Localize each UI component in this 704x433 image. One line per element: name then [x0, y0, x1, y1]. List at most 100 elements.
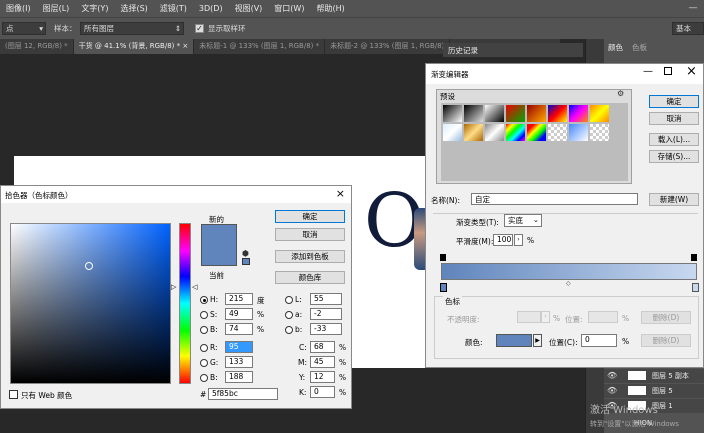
- hue-slider-left-arrow[interactable]: ▷: [171, 283, 176, 291]
- preset-swatch[interactable]: [548, 124, 567, 141]
- radio-r[interactable]: [200, 344, 208, 352]
- menu-item[interactable]: 文字(Y): [75, 3, 114, 14]
- close-icon[interactable]: ×: [336, 187, 345, 200]
- opacity-stop-left[interactable]: [440, 254, 446, 261]
- add-to-swatches-button[interactable]: 添加到色板: [275, 250, 345, 263]
- menu-item[interactable]: 图像(I): [0, 3, 37, 14]
- menu-item[interactable]: 滤镜(T): [154, 3, 193, 14]
- preset-swatch[interactable]: [527, 105, 546, 122]
- close-icon[interactable]: ×: [182, 42, 188, 50]
- triangle-right-icon[interactable]: ▶: [533, 334, 542, 347]
- layer-row[interactable]: 👁 图层 5: [604, 384, 704, 398]
- preset-swatch[interactable]: [506, 124, 525, 141]
- preset-swatch[interactable]: [464, 105, 483, 122]
- radio-l[interactable]: [285, 296, 293, 304]
- preset-swatch[interactable]: [590, 105, 609, 122]
- tab-swatches[interactable]: 色板: [632, 42, 647, 53]
- preset-swatch[interactable]: [485, 124, 504, 141]
- a-input[interactable]: -2: [310, 308, 342, 320]
- color-field[interactable]: [10, 223, 171, 384]
- tab-doc-1[interactable]: (图层 12, RGB/8) *: [0, 39, 74, 54]
- g-input[interactable]: 133: [225, 356, 253, 368]
- midpoint-diamond-icon[interactable]: ◇: [566, 280, 571, 287]
- menu-item[interactable]: 3D(D): [193, 4, 229, 13]
- menu-item[interactable]: 视图(V): [229, 3, 269, 14]
- preset-swatch[interactable]: [569, 105, 588, 122]
- chevron-right-icon[interactable]: ›: [514, 234, 523, 246]
- preset-swatch[interactable]: [464, 124, 483, 141]
- menu-item[interactable]: 图层(L): [37, 3, 76, 14]
- menu-item[interactable]: 选择(S): [114, 3, 153, 14]
- cancel-button[interactable]: 取消: [275, 228, 345, 241]
- radio-h[interactable]: [200, 296, 208, 304]
- k-input[interactable]: 0: [310, 386, 335, 398]
- web-safe-swatch[interactable]: [242, 258, 250, 265]
- radio-a[interactable]: [285, 311, 293, 319]
- maximize-icon[interactable]: [664, 67, 672, 75]
- color-stop-right[interactable]: [692, 283, 699, 292]
- preset-swatch[interactable]: [548, 105, 567, 122]
- delete-color-stop-button[interactable]: 删除(D): [641, 334, 691, 347]
- smoothness-input[interactable]: 100: [493, 234, 513, 246]
- b-input[interactable]: 74: [225, 323, 253, 335]
- preset-swatch[interactable]: [506, 105, 525, 122]
- l-input[interactable]: 55: [310, 293, 342, 305]
- eye-icon[interactable]: 👁: [607, 371, 617, 380]
- radio-blue[interactable]: [200, 374, 208, 382]
- chevron-right-icon[interactable]: ›: [541, 311, 550, 323]
- ok-button[interactable]: 确定: [649, 95, 699, 108]
- save-button[interactable]: 存储(S)...: [649, 150, 699, 163]
- tab-doc-2[interactable]: 干货 @ 41.1% (背景, RGB/8) * ×: [73, 39, 195, 54]
- tab-history[interactable]: 历史记录: [448, 45, 478, 56]
- blue-input[interactable]: 188: [225, 371, 253, 383]
- s-input[interactable]: 49: [225, 308, 253, 320]
- web-only-checkbox[interactable]: [9, 390, 18, 399]
- layer-row[interactable]: 👁 图层 5 副本: [604, 369, 704, 383]
- radio-s[interactable]: [200, 311, 208, 319]
- minimize-icon[interactable]: —: [643, 66, 653, 77]
- preset-swatch[interactable]: [443, 124, 462, 141]
- load-button[interactable]: 载入(L)...: [649, 133, 699, 146]
- preset-swatch[interactable]: [569, 124, 588, 141]
- preset-swatch[interactable]: [527, 124, 546, 141]
- lab-b-input[interactable]: -33: [310, 323, 342, 335]
- radio-b[interactable]: [200, 326, 208, 334]
- workspace-select[interactable]: 基本: [672, 22, 704, 35]
- preset-swatch[interactable]: [590, 124, 609, 141]
- radio-lab-b[interactable]: [285, 326, 293, 334]
- color-field-cursor[interactable]: [85, 262, 93, 270]
- stop-color-swatch[interactable]: [496, 334, 532, 347]
- show-ring-checkbox[interactable]: ✓: [195, 24, 204, 33]
- preset-swatch[interactable]: [485, 105, 504, 122]
- sample-size-select[interactable]: 点 ▾: [2, 22, 46, 35]
- cube-icon[interactable]: ⬢: [242, 249, 249, 258]
- preset-swatch[interactable]: [443, 105, 462, 122]
- minimize-icon[interactable]: —: [682, 0, 704, 17]
- tab-color[interactable]: 颜色: [608, 42, 623, 53]
- new-gradient-button[interactable]: 新建(W): [649, 193, 699, 206]
- menu-item[interactable]: 帮助(H): [310, 3, 350, 14]
- cancel-button[interactable]: 取消: [649, 112, 699, 125]
- h-input[interactable]: 215: [225, 293, 253, 305]
- m-input[interactable]: 45: [310, 356, 335, 368]
- sample-select[interactable]: 所有图层 ⇕: [80, 22, 184, 35]
- tab-doc-4[interactable]: 未标题-2 @ 133% (图层 1, RGB/8): [325, 39, 451, 54]
- gradient-preview-bar[interactable]: [441, 263, 697, 280]
- delete-opacity-stop-button[interactable]: 删除(D): [641, 311, 691, 324]
- current-color-swatch[interactable]: [201, 245, 237, 266]
- r-input[interactable]: 95: [225, 341, 253, 353]
- opacity-location-input[interactable]: [588, 311, 618, 323]
- gear-icon[interactable]: ⚙: [617, 89, 624, 98]
- hue-slider[interactable]: [179, 223, 191, 384]
- name-input[interactable]: 自定: [471, 193, 638, 205]
- eye-icon[interactable]: 👁: [607, 386, 617, 395]
- ok-button[interactable]: 确定: [275, 210, 345, 223]
- tab-doc-3[interactable]: 未标题-1 @ 133% (图层 1, RGB/8) *: [194, 39, 326, 54]
- hex-input[interactable]: 5f85bc: [208, 388, 278, 400]
- close-icon[interactable]: ×: [686, 64, 697, 79]
- c-input[interactable]: 68: [310, 341, 335, 353]
- opacity-input[interactable]: [517, 311, 541, 323]
- opacity-stop-right[interactable]: [691, 254, 697, 261]
- color-location-input[interactable]: 0: [581, 334, 617, 347]
- color-stop-left[interactable]: [440, 283, 447, 292]
